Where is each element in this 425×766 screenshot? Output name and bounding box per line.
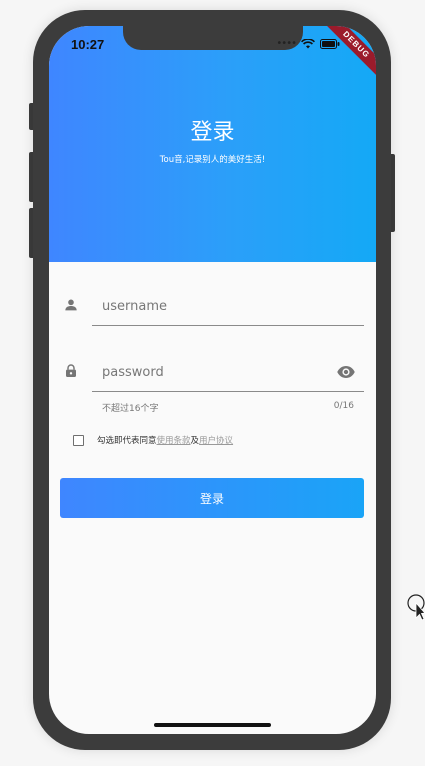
eye-icon[interactable]: [336, 362, 356, 382]
user-agreement-link[interactable]: 用户协议: [199, 436, 233, 446]
agreement-conjunction: 及: [190, 436, 200, 446]
username-row: [49, 288, 376, 328]
signal-icon: ••••: [276, 38, 297, 49]
page-title: 登录: [190, 120, 235, 145]
phone-screen: 10:27 •••• DEBUG 登录 Tou音,记录别人的美好生活! user…: [49, 26, 376, 734]
password-input[interactable]: [92, 354, 364, 392]
lock-icon: [66, 364, 76, 377]
wifi-icon: [301, 38, 315, 48]
password-row: [49, 354, 376, 394]
agreement-row: 勾选即代表同意使用条款及用户协议: [73, 434, 233, 446]
terms-link[interactable]: 使用条款: [157, 436, 191, 446]
agreement-checkbox[interactable]: [73, 434, 84, 446]
username-input[interactable]: [92, 288, 364, 326]
home-indicator: [154, 723, 271, 727]
agreement-prefix: 勾选即代表同意: [97, 436, 157, 446]
status-time: 10:27: [71, 37, 105, 52]
page-subtitle: Tou音,记录别人的美好生活!: [159, 155, 266, 165]
agreement-text: 勾选即代表同意使用条款及用户协议: [97, 434, 233, 446]
password-counter: 0/16: [333, 401, 354, 411]
password-hint: 不超过16个字: [102, 404, 159, 414]
mouse-cursor-icon: [407, 594, 425, 621]
battery-icon: [320, 38, 340, 49]
person-icon: [65, 299, 77, 311]
login-button[interactable]: 登录: [60, 478, 364, 518]
debug-banner: DEBUG: [318, 26, 376, 83]
login-header: 10:27 •••• DEBUG 登录 Tou音,记录别人的美好生活!: [49, 26, 376, 262]
status-icons: ••••: [276, 38, 340, 49]
